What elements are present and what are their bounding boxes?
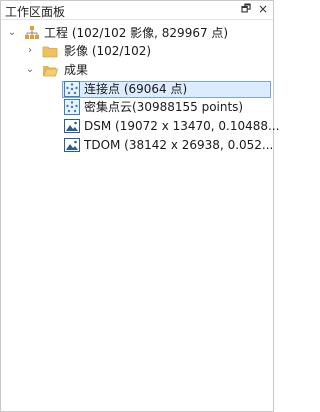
tree-node-label: DSM (19072 x 13470, 0.10488... — [84, 119, 280, 133]
tree-node-tdom[interactable]: TDOM (38142 x 26938, 0.052... — [62, 136, 274, 154]
image-icon — [64, 118, 80, 134]
tree-node-label: TDOM (38142 x 26938, 0.052... — [84, 138, 274, 152]
tree-node-project[interactable]: ⌄ 工程 (102/102 影像, 829967 点) — [0, 24, 274, 42]
tree-node-images[interactable]: › 影像 (102/102) — [0, 42, 274, 60]
tree-node-label: 工程 (102/102 影像, 829967 点) — [44, 26, 229, 40]
folder-open-icon — [42, 62, 59, 78]
project-icon — [24, 25, 40, 41]
point-cloud-icon — [64, 99, 80, 115]
tree-node-label: 影像 (102/102) — [64, 44, 152, 58]
collapse-chevron-icon[interactable]: ⌄ — [6, 24, 18, 42]
tree-node-tie-points[interactable]: 连接点 (69064 点) — [62, 80, 272, 98]
restore-window-icon[interactable]: 🗗 — [239, 2, 253, 16]
collapse-chevron-icon[interactable]: ⌄ — [24, 61, 36, 79]
expand-chevron-icon[interactable]: › — [24, 42, 36, 60]
tree-node-dense-cloud[interactable]: 密集点云(30988155 points) — [62, 98, 272, 116]
tree-node-label: 成果 — [64, 63, 89, 77]
tree-node-dsm[interactable]: DSM (19072 x 13470, 0.10488... — [62, 117, 279, 135]
close-icon[interactable]: × — [256, 2, 270, 16]
panel-titlebar: 工作区面板 🗗 × — [1, 1, 273, 20]
point-cloud-icon — [64, 81, 80, 97]
image-icon — [64, 137, 80, 153]
panel-title: 工作区面板 — [5, 5, 66, 19]
folder-icon — [42, 43, 58, 59]
tree-node-label: 连接点 (69064 点) — [84, 82, 188, 96]
tree-node-label: 密集点云(30988155 points) — [84, 100, 244, 114]
tree-node-results[interactable]: ⌄ 成果 — [0, 61, 274, 79]
